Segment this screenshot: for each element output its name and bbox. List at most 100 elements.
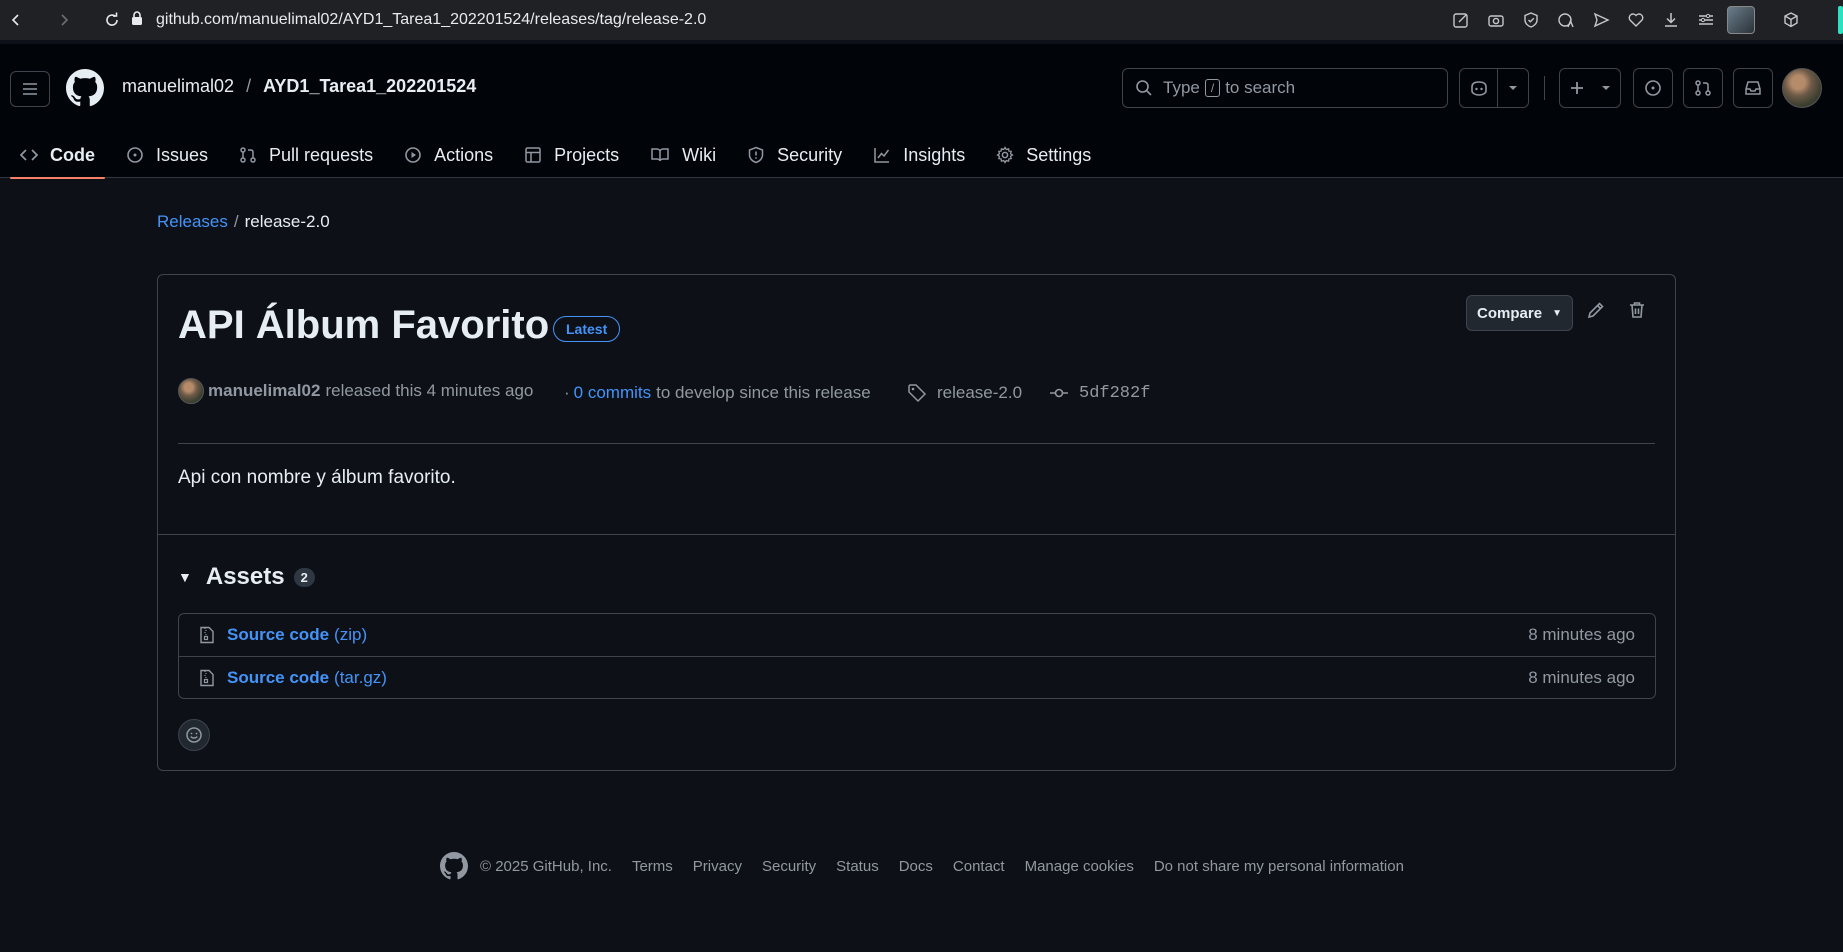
releases-link[interactable]: Releases (157, 212, 228, 231)
pull-request-icon (240, 147, 256, 163)
dot-separator: · (564, 383, 570, 402)
tab-projects[interactable]: Projects (514, 132, 629, 178)
asset-name[interactable]: Source code (227, 625, 329, 645)
search-input[interactable]: Type / to search (1122, 68, 1448, 108)
file-zip-icon (200, 626, 214, 644)
footer-link-contact[interactable]: Contact (953, 858, 1005, 875)
heart-icon[interactable] (1622, 6, 1650, 34)
author-avatar[interactable] (178, 378, 204, 404)
url-text: github.com/manuelimal02/AYD1_Tarea1_2022… (156, 11, 707, 28)
issues-button[interactable] (1633, 68, 1673, 108)
browser-extensions (1440, 6, 1805, 34)
plus-icon (1560, 69, 1594, 107)
chevron-down-icon: ▼ (1552, 307, 1562, 319)
inbox-button[interactable] (1733, 68, 1773, 108)
asset-row[interactable]: Source code (tar.gz) 8 minutes ago (179, 656, 1655, 698)
reload-icon[interactable] (98, 6, 126, 34)
send-icon[interactable] (1587, 6, 1615, 34)
git-pull-request-icon (1695, 80, 1711, 96)
tab-code[interactable]: Code (10, 132, 105, 179)
footer-link-docs[interactable]: Docs (899, 858, 933, 875)
pencil-icon[interactable] (1586, 300, 1606, 325)
tab-issues[interactable]: Issues (116, 132, 218, 178)
assets-toggle[interactable]: ▼ Assets 2 (178, 563, 315, 591)
shield-check-icon[interactable] (1517, 6, 1545, 34)
lock-icon (130, 10, 144, 31)
released-text: released this 4 minutes ago (325, 381, 534, 400)
latest-badge: Latest (553, 316, 621, 342)
camera-icon[interactable] (1482, 6, 1510, 34)
tab-settings[interactable]: Settings (986, 132, 1101, 178)
gear-icon (996, 146, 1014, 164)
search-placeholder-type: Type (1163, 78, 1200, 97)
footer-link-security[interactable]: Security (762, 858, 816, 875)
commits-block: · 0 commits to develop since this releas… (564, 379, 871, 407)
repo-link[interactable]: AYD1_Tarea1_202201524 (263, 76, 476, 97)
create-new-button[interactable] (1559, 68, 1621, 108)
context-separator: / (246, 76, 252, 96)
back-icon[interactable] (2, 6, 30, 34)
github-logo-icon[interactable] (440, 852, 468, 880)
copilot-icon[interactable] (1460, 69, 1498, 107)
profile-avatar-icon[interactable] (1727, 6, 1755, 34)
asset-name[interactable]: Source code (227, 668, 329, 688)
pull-requests-button[interactable] (1683, 68, 1723, 108)
tab-label: Pull requests (269, 144, 374, 165)
asset-time: 8 minutes ago (1528, 625, 1635, 644)
translate-icon[interactable] (1552, 6, 1580, 34)
tab-label: Settings (1026, 144, 1092, 165)
compare-label: Compare (1477, 304, 1543, 322)
repo-tabs: Code Issues Pull requests Actions Projec… (10, 132, 1112, 179)
divider (178, 443, 1655, 444)
table-icon (525, 147, 541, 163)
tab-wiki[interactable]: Wiki (640, 132, 726, 178)
hamburger-menu-button[interactable] (10, 71, 50, 107)
release-title[interactable]: API Álbum Favorito (178, 303, 549, 348)
footer-link-do-not-share[interactable]: Do not share my personal information (1154, 858, 1404, 875)
asset-ext[interactable]: (tar.gz) (334, 668, 387, 688)
sliders-icon[interactable] (1692, 6, 1720, 34)
smiley-icon (186, 727, 202, 743)
tab-pull-requests[interactable]: Pull requests (229, 132, 383, 178)
side-panel-indicator (1838, 6, 1843, 34)
trash-icon[interactable] (1627, 300, 1647, 325)
issue-opened-icon (1645, 80, 1661, 96)
tab-actions[interactable]: Actions (394, 132, 503, 178)
github-logo-icon[interactable] (66, 69, 104, 112)
edit-page-icon[interactable] (1447, 6, 1475, 34)
cube-icon[interactable] (1777, 6, 1805, 34)
assets-heading: Assets (205, 563, 285, 590)
inbox-icon (1745, 81, 1761, 95)
tab-label: Security (777, 144, 843, 165)
footer-link-status[interactable]: Status (836, 858, 879, 875)
commits-suffix: to develop since this release (656, 383, 871, 402)
copilot-dropdown-icon[interactable] (1498, 69, 1528, 107)
tab-security[interactable]: Security (737, 132, 852, 178)
footer-link-privacy[interactable]: Privacy (693, 858, 742, 875)
search-shortcut-key: / (1204, 79, 1221, 97)
compare-button[interactable]: Compare ▼ (1466, 295, 1573, 331)
commit-block[interactable]: 5df282f (1049, 379, 1150, 407)
tag-name: release-2.0 (937, 383, 1023, 402)
footer-link-manage-cookies[interactable]: Manage cookies (1025, 858, 1134, 875)
forward-icon[interactable] (50, 6, 78, 34)
author-block: manuelimal02 released this 4 minutes ago (178, 377, 533, 405)
github-header: manuelimal02 / AYD1_Tarea1_202201524 Typ… (0, 44, 1843, 179)
assets-count: 2 (293, 567, 315, 587)
breadcrumb: Releases / release-2.0 (157, 212, 330, 232)
asset-ext[interactable]: (zip) (334, 625, 367, 645)
tag-icon (908, 384, 927, 403)
author-link[interactable]: manuelimal02 (208, 381, 320, 401)
browser-toolbar: github.com/manuelimal02/AYD1_Tarea1_2022… (0, 0, 1843, 40)
commits-link[interactable]: 0 commits (574, 383, 651, 403)
footer-link-terms[interactable]: Terms (632, 858, 673, 875)
tag-block[interactable]: release-2.0 (907, 379, 1022, 407)
release-meta: manuelimal02 released this 4 minutes ago… (178, 377, 1658, 405)
asset-row[interactable]: Source code (zip) 8 minutes ago (179, 614, 1655, 656)
tab-insights[interactable]: Insights (863, 132, 975, 178)
download-icon[interactable] (1657, 6, 1685, 34)
user-avatar[interactable] (1782, 68, 1822, 108)
owner-link[interactable]: manuelimal02 (122, 76, 234, 97)
add-reaction-button[interactable] (178, 719, 210, 751)
address-bar[interactable]: github.com/manuelimal02/AYD1_Tarea1_2022… (130, 0, 706, 40)
